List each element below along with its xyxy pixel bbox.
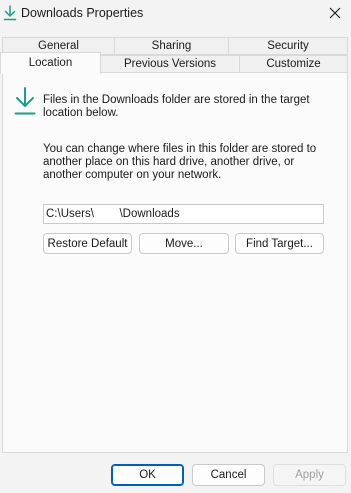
apply-button[interactable]: Apply [273, 464, 346, 486]
move-button[interactable]: Move... [139, 233, 229, 254]
close-icon [329, 7, 341, 19]
tab-previous-versions[interactable]: Previous Versions [100, 55, 240, 73]
close-button[interactable] [319, 0, 351, 26]
tab-customize[interactable]: Customize [239, 55, 348, 73]
ok-button[interactable]: OK [111, 464, 184, 486]
tab-sharing[interactable]: Sharing [114, 37, 229, 55]
tab-security[interactable]: Security [228, 37, 348, 55]
location-panel [2, 72, 348, 453]
cancel-button[interactable]: Cancel [192, 464, 265, 486]
location-description: Files in the Downloads folder are stored… [43, 94, 310, 119]
download-arrow-icon [3, 5, 17, 21]
window-title: Downloads Properties [21, 6, 144, 20]
find-target-button[interactable]: Find Target... [235, 233, 324, 254]
location-help-text: You can change where files in this folde… [43, 143, 317, 181]
target-path-field[interactable] [43, 204, 324, 224]
download-arrow-icon [14, 86, 36, 116]
restore-default-button[interactable]: Restore Default [43, 233, 132, 254]
title-bar: Downloads Properties [0, 0, 351, 28]
tab-location[interactable]: Location [0, 52, 101, 74]
